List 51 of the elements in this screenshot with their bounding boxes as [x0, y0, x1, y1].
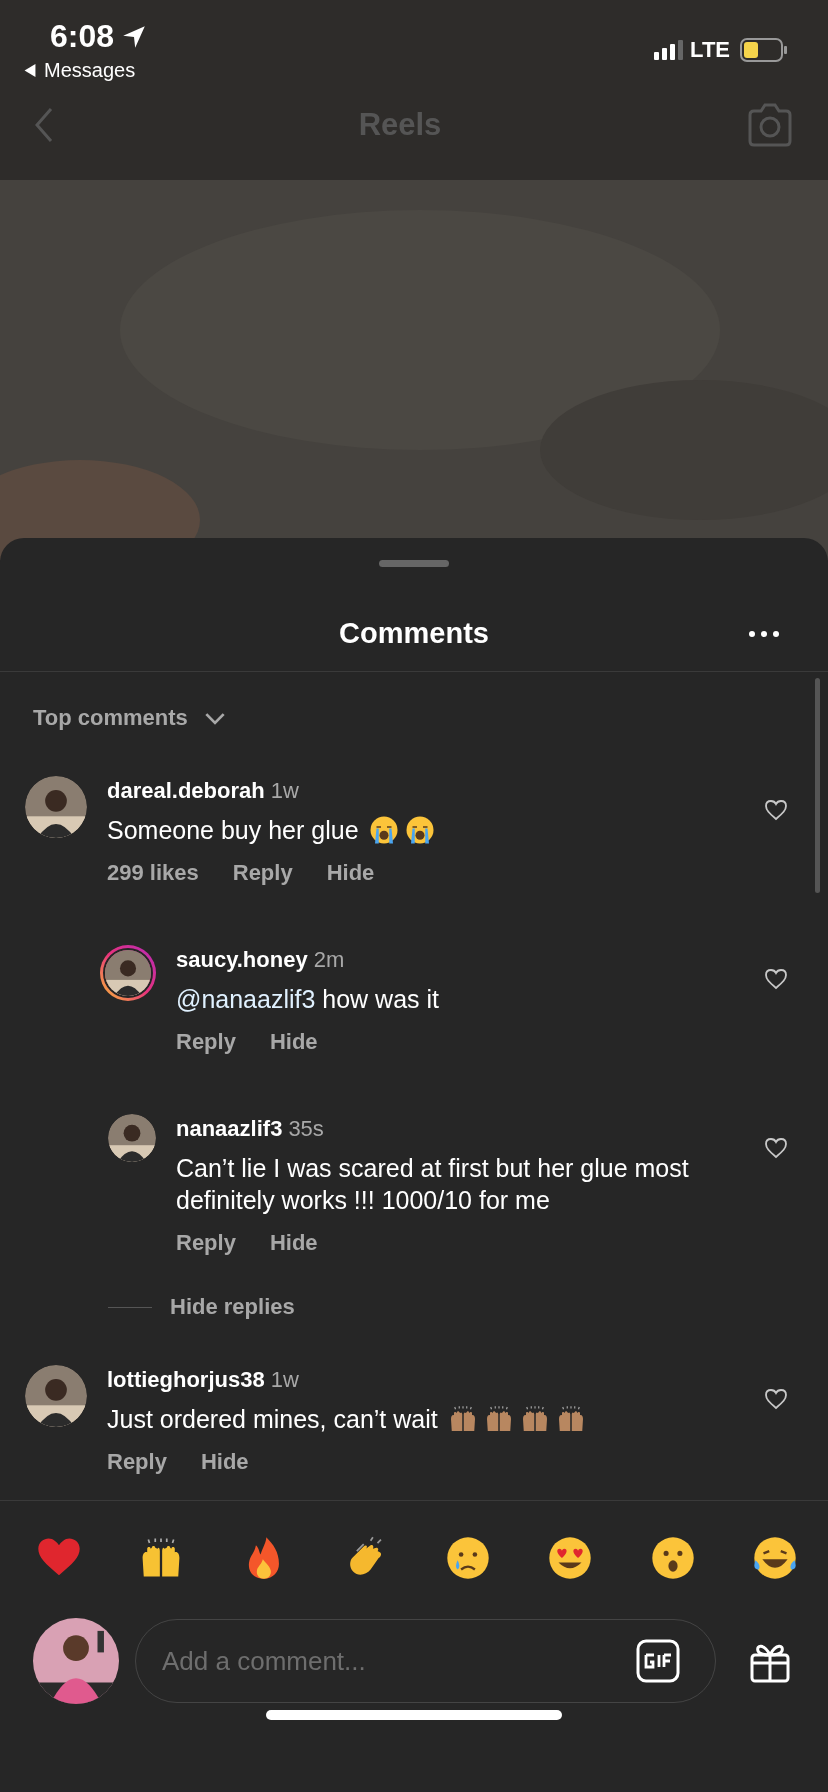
scrollbar[interactable] [815, 678, 820, 893]
comment-text: Can’t lie I was scared at first but her glue most definitely works !!! 1000/10 for me [176, 1153, 690, 1216]
sort-dropdown[interactable]: Top comments [33, 705, 226, 731]
hide-replies-button[interactable]: Hide replies [170, 1294, 295, 1320]
laughing-face-emoji-icon[interactable] [751, 1535, 798, 1581]
loud-crying-face-emoji-icon [404, 815, 435, 845]
comment-text: Someone buy her glue [107, 814, 764, 846]
surprised-face-emoji-icon[interactable] [649, 1535, 696, 1581]
reply-button[interactable]: Reply [176, 1230, 236, 1256]
chevron-down-icon [203, 711, 226, 725]
like-heart-icon[interactable] [764, 1136, 788, 1160]
comment-time: 35s [288, 1116, 324, 1142]
more-options-icon[interactable] [748, 630, 780, 638]
loud-crying-face-emoji-icon [368, 815, 399, 845]
likes-count[interactable]: 299 likes [107, 860, 199, 886]
comment-text: Just ordered mines, can’t wait [107, 1403, 764, 1435]
back-triangle-icon [24, 64, 36, 77]
username[interactable]: nanaazlif3 [176, 1116, 283, 1142]
reply-button[interactable]: Reply [107, 1449, 167, 1475]
back-to-app-link[interactable]: Messages [24, 59, 147, 82]
hide-button[interactable]: Hide [200, 1449, 249, 1475]
heart-eyes-face-emoji-icon[interactable] [547, 1535, 594, 1581]
status-time: 6:08 [50, 18, 115, 55]
hide-button[interactable]: Hide [269, 1029, 318, 1055]
comment-time: 2m [313, 947, 345, 973]
reply-button[interactable]: Reply [232, 860, 293, 886]
location-arrow-icon [122, 24, 147, 49]
username[interactable]: lottieghorjus38 [107, 1367, 265, 1393]
back-app-label[interactable]: Messages [44, 59, 136, 82]
battery-icon [740, 38, 788, 62]
username[interactable]: saucy.honey [176, 947, 308, 973]
network-label: LTE [690, 37, 730, 63]
like-heart-icon[interactable] [764, 1387, 788, 1411]
username[interactable]: dareal.deborah [107, 778, 265, 804]
crying-face-emoji-icon[interactable] [445, 1535, 492, 1581]
sheet-title: Comments [339, 616, 489, 650]
reply-button[interactable]: Reply [176, 1029, 236, 1055]
like-heart-icon[interactable] [764, 798, 788, 822]
hide-button[interactable]: Hide [269, 1230, 318, 1256]
gif-icon[interactable] [636, 1639, 680, 1683]
comment-input-field[interactable]: Add a comment... [135, 1619, 716, 1703]
signal-icon [654, 40, 685, 60]
comment-time: 1w [270, 778, 299, 804]
user-avatar[interactable] [108, 1114, 156, 1162]
hide-button[interactable]: Hide [326, 860, 375, 886]
story-ring-avatar[interactable] [100, 945, 156, 1001]
drag-handle[interactable] [379, 560, 449, 567]
like-heart-icon[interactable] [764, 967, 788, 991]
comment-time: 1w [270, 1367, 299, 1393]
mention-link[interactable]: @nanaazlif3 [176, 985, 316, 1013]
comment-text: @nanaazlif3 how was it [176, 984, 441, 1015]
